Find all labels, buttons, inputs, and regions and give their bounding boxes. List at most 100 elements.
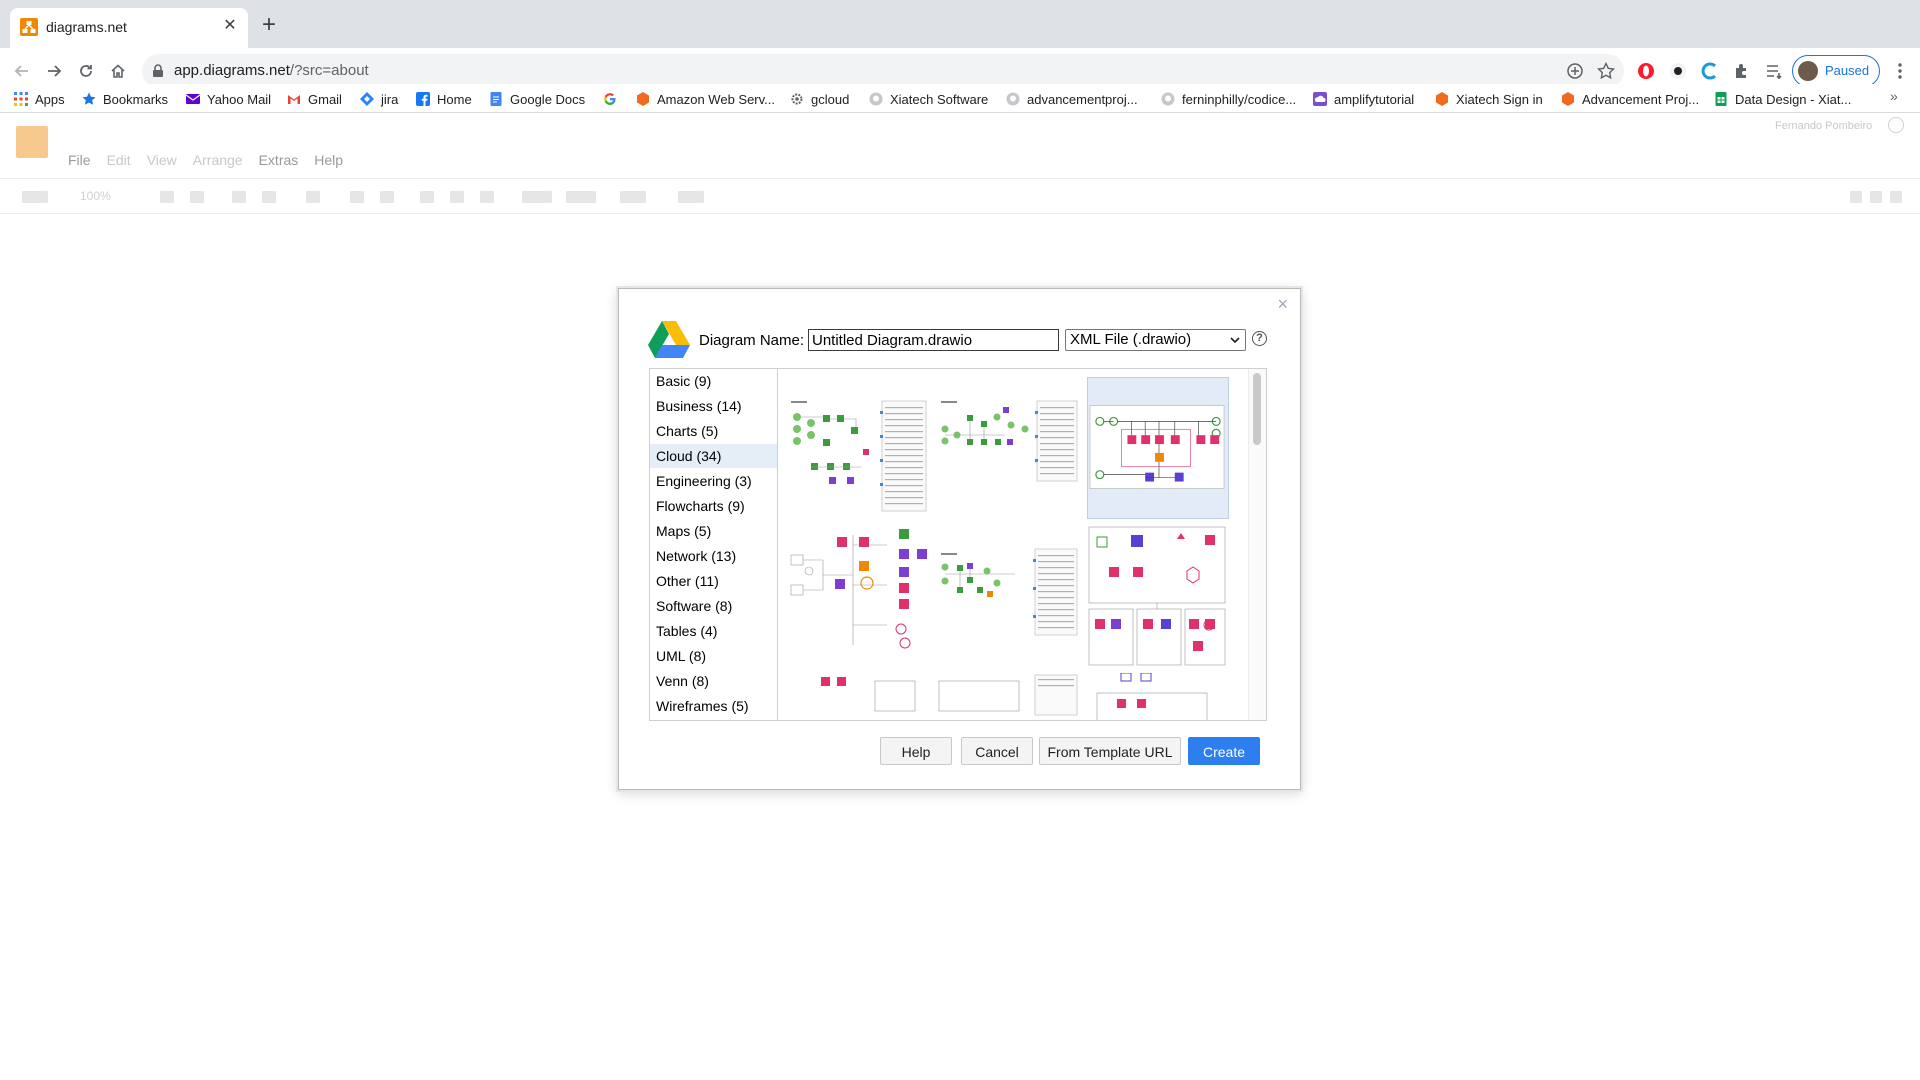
new-tab-button[interactable]: + [255,12,283,40]
category-other[interactable]: Other (11) [650,569,777,593]
bookmark-google-docs[interactable]: Google Docs [489,89,585,109]
category-business[interactable]: Business (14) [650,394,777,418]
profile-button[interactable]: Paused [1792,55,1880,87]
forward-button[interactable] [40,57,68,85]
zoom-out-icon[interactable] [190,191,204,203]
category-software[interactable]: Software (8) [650,594,777,618]
table-icon[interactable] [678,191,704,203]
bookmark-ferninphilly[interactable]: ferninphilly/codice... [1161,89,1296,109]
collapse-icon[interactable] [1890,191,1902,203]
category-wireframes[interactable]: Wireframes (5) [650,694,777,718]
bookmark-jira[interactable]: jira [360,89,398,109]
menu-extras[interactable]: Extras [259,152,299,170]
bookmark-apps[interactable]: Apps [14,89,65,109]
to-back-icon[interactable] [380,191,394,203]
zoom-level[interactable]: 100% [80,189,111,203]
view-panels-button[interactable] [22,191,48,203]
to-front-icon[interactable] [350,191,364,203]
bookmark-google[interactable] [603,89,624,109]
template-thumbnail[interactable] [937,673,1079,720]
template-scrollbar[interactable] [1248,369,1266,720]
home-icon [111,64,125,78]
create-button[interactable]: Create [1188,737,1260,765]
template-thumbnail[interactable] [787,525,929,667]
more-menu-icon[interactable] [1890,61,1910,81]
template-thumbnail-selected[interactable] [1087,377,1229,519]
line-color-icon[interactable] [450,191,464,203]
redo-icon[interactable] [262,191,276,203]
reload-button[interactable] [72,57,100,85]
dialog-close-icon[interactable]: × [1277,295,1288,313]
install-app-icon[interactable] [1566,62,1584,80]
fullscreen-icon[interactable] [1850,191,1862,203]
bookmark-xiatech-software[interactable]: Xiatech Software [869,89,988,109]
format-select[interactable]: XML File (.drawio) [1065,329,1246,351]
bookmark-amplifytutorial[interactable]: amplifytutorial [1313,89,1414,109]
extensions-puzzle-icon[interactable] [1732,61,1752,81]
back-button[interactable] [8,57,36,85]
bookmark-home[interactable]: Home [416,89,472,109]
template-thumbnail[interactable] [787,377,929,519]
google-icon [604,93,616,105]
address-bar[interactable]: app.diagrams.net/?src=about [142,54,1624,88]
bookmark-advancementproj[interactable]: advancementproj... [1006,89,1138,109]
bookmark-xiatech-sign-in[interactable]: Xiatech Sign in [1435,89,1543,109]
diagram-name-input[interactable] [808,329,1059,351]
menu-file[interactable]: File [68,152,91,170]
help-icon[interactable]: ? [1252,331,1267,346]
from-template-url-button[interactable]: From Template URL [1039,737,1181,765]
bookmark-gmail[interactable]: Gmail [287,89,342,109]
format-panel-icon[interactable] [1870,191,1882,203]
template-thumbnail[interactable] [1087,525,1229,667]
bookmark-bookmarks[interactable]: Bookmarks [82,89,168,109]
tab-close-icon[interactable]: ✕ [220,16,240,36]
bookmark-aws[interactable]: Amazon Web Serv... [636,89,775,109]
category-network[interactable]: Network (13) [650,544,777,568]
connection-icon[interactable] [522,191,552,203]
undo-icon[interactable] [232,191,246,203]
template-thumbnail[interactable] [787,673,929,720]
help-button[interactable]: Help [880,737,952,765]
template-thumbnail[interactable] [937,377,1079,519]
fill-color-icon[interactable] [420,191,434,203]
extension-eye-icon[interactable] [1668,61,1688,81]
waypoints-icon[interactable] [566,191,596,203]
cancel-button[interactable]: Cancel [961,737,1033,765]
bookmark-gcloud[interactable]: gcloud [790,89,849,109]
home-button[interactable] [104,57,132,85]
delete-icon[interactable] [306,191,320,203]
bookmark-yahoo-mail[interactable]: Yahoo Mail [186,89,271,109]
extension-c-icon[interactable] [1700,61,1720,81]
opera-extension-icon[interactable] [1636,61,1656,81]
menu-help[interactable]: Help [314,152,343,170]
bookmarks-overflow-button[interactable]: » [1890,88,1898,104]
divider [0,112,1920,113]
menu-arrange[interactable]: Arrange [193,152,243,170]
reading-list-icon[interactable] [1764,61,1784,81]
mail-icon [186,94,200,104]
user-name[interactable]: Fernando Pombeiro [1775,120,1872,132]
category-tables[interactable]: Tables (4) [650,619,777,643]
browser-tab[interactable]: diagrams.net ✕ [10,8,248,48]
category-basic[interactable]: Basic (9) [650,369,777,393]
language-globe-icon[interactable] [1888,117,1904,133]
menu-edit[interactable]: Edit [107,152,131,170]
category-engineering[interactable]: Engineering (3) [650,469,777,493]
shadow-icon[interactable] [480,191,494,203]
category-charts[interactable]: Charts (5) [650,419,777,443]
bookmark-label: Gmail [308,91,342,107]
zoom-in-icon[interactable] [160,191,174,203]
category-maps[interactable]: Maps (5) [650,519,777,543]
template-thumbnail[interactable] [937,525,1079,667]
category-flowcharts[interactable]: Flowcharts (9) [650,494,777,518]
category-cloud[interactable]: Cloud (34) [650,444,777,468]
bookmark-star-icon[interactable] [1597,62,1615,80]
menu-view[interactable]: View [147,152,177,170]
category-venn[interactable]: Venn (8) [650,669,777,693]
bookmark-advancement-proj[interactable]: Advancement Proj... [1561,89,1699,109]
template-thumbnail[interactable] [1087,673,1229,720]
bookmark-data-design[interactable]: Data Design - Xiat... [1714,89,1851,109]
insert-icon[interactable] [620,191,646,203]
scrollbar-thumb[interactable] [1253,373,1261,445]
category-uml[interactable]: UML (8) [650,644,777,668]
